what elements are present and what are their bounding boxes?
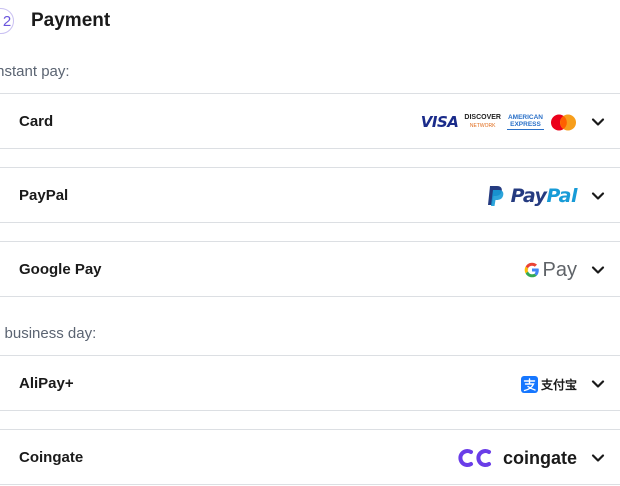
coingate-logo: coingate — [457, 430, 577, 486]
paypal-wordmark: PayPal — [510, 185, 578, 207]
method-name: PayPal — [19, 187, 69, 204]
coingate-icon — [458, 449, 491, 467]
payment-method-card[interactable]: Card VISA DISCOVER NETWORK AMERICAN EXPR… — [0, 93, 620, 149]
paypal-wordmark-a: Pay — [510, 185, 547, 207]
paypal-wordmark-b: Pal — [546, 185, 577, 207]
alipay-logo: 支付宝 — [520, 356, 577, 412]
chevron-down-icon[interactable] — [591, 263, 605, 277]
visa-logo: VISA — [420, 113, 459, 131]
paypal-logo: PayPal — [487, 168, 577, 224]
chevron-down-icon[interactable] — [591, 377, 605, 391]
discover-logo: DISCOVER NETWORK — [464, 114, 501, 130]
method-name: Google Pay — [19, 261, 102, 278]
mastercard-logo — [551, 114, 576, 130]
discover-logo-text: DISCOVER — [464, 114, 501, 121]
google-pay-logo: Pay — [523, 242, 577, 298]
payment-method-alipay[interactable]: AliPay+ 支付宝 — [0, 355, 620, 411]
section-label-instant: Instant pay: — [0, 63, 70, 80]
method-name: Coingate — [19, 449, 84, 466]
google-g-icon — [524, 262, 539, 278]
alipay-icon — [520, 375, 538, 393]
alipay-wordmark: 支付宝 — [540, 377, 577, 392]
method-name: Card — [19, 113, 54, 130]
google-pay-wordmark: Pay — [542, 258, 577, 281]
chevron-down-icon[interactable] — [591, 451, 605, 465]
coingate-wordmark: coingate — [502, 447, 577, 468]
payment-method-paypal[interactable]: PayPal PayPal — [0, 167, 620, 223]
chevron-down-icon[interactable] — [591, 189, 605, 203]
discover-logo-subtext: NETWORK — [469, 123, 496, 129]
amex-logo-line2: EXPRESS — [510, 121, 541, 128]
step-number-badge: 2 — [0, 8, 14, 34]
card-logos: VISA DISCOVER NETWORK AMERICAN EXPRESS — [421, 94, 577, 150]
section-label-business-day: 1 business day: — [0, 325, 97, 342]
chevron-down-icon[interactable] — [591, 115, 605, 129]
american-express-logo: AMERICAN EXPRESS — [506, 114, 544, 130]
payment-method-coingate[interactable]: Coingate coingate — [0, 429, 620, 485]
method-name: AliPay+ — [19, 375, 74, 392]
payment-method-google-pay[interactable]: Google Pay Pay — [0, 241, 620, 297]
paypal-p-icon — [487, 186, 503, 206]
step-title: Payment — [31, 10, 111, 31]
amex-logo-line1: AMERICAN — [507, 114, 543, 121]
